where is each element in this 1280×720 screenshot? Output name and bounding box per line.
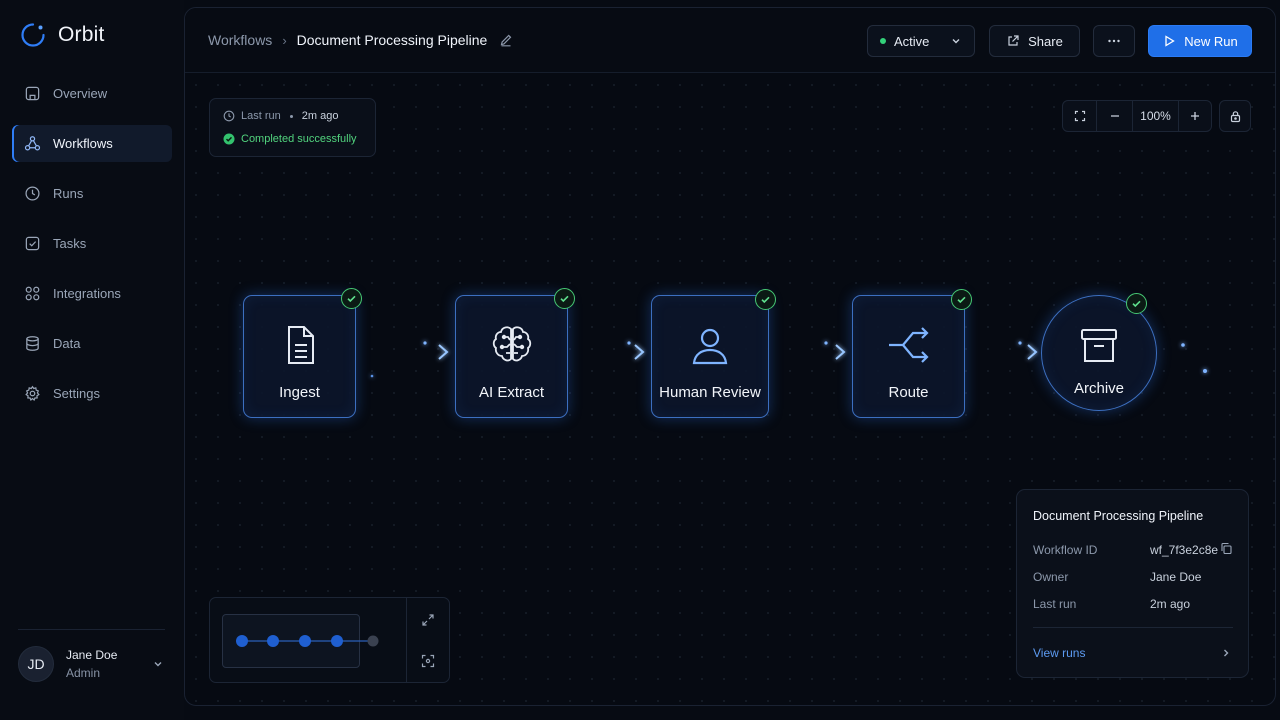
sidebar-divider [18, 629, 165, 630]
check-icon [560, 295, 569, 303]
minimap [209, 597, 450, 683]
workflow-canvas-panel: Workflows › Document Processing Pipeline… [184, 7, 1276, 706]
copy-icon[interactable] [1220, 542, 1233, 555]
minimap-node [299, 635, 311, 647]
sidebar-item-label: Integrations [53, 286, 121, 301]
node-route[interactable]: Route [852, 295, 965, 418]
connector-ingest-to-extract [358, 341, 449, 378]
user-icon [692, 328, 728, 365]
node-complete-badge-archive [1126, 293, 1147, 314]
minimap-node [367, 635, 379, 647]
sidebar-item-data[interactable]: Data [12, 325, 172, 362]
avatar: JD [18, 646, 54, 682]
view-runs-link[interactable]: View runs [1033, 646, 1085, 660]
expand-arrows-icon [422, 614, 434, 626]
minimap-node [331, 635, 343, 647]
sidebar-item-label: Overview [53, 86, 108, 101]
sidebar: Orbit Overview Workflows Runs Tasks Inte… [0, 0, 184, 720]
connector-archive-output [1158, 343, 1245, 373]
info-value: 2m ago [1150, 597, 1191, 611]
sidebar-nav: Overview Workflows Runs Tasks Integratio… [12, 75, 172, 425]
minimap-recenter-button[interactable] [417, 650, 439, 672]
workflow-info-card: Document Processing Pipeline Workflow ID… [1016, 489, 1249, 678]
gear-icon [25, 385, 40, 402]
chevron-down-icon [154, 662, 162, 667]
check-icon [957, 296, 966, 304]
sidebar-item-overview[interactable]: Overview [12, 75, 172, 112]
check-icon [347, 295, 356, 303]
node-ai-extract[interactable]: AI Extract [455, 295, 568, 418]
connector-review-to-route [770, 341, 846, 361]
minimap-nodes [236, 635, 379, 647]
sidebar-item-workflows[interactable]: Workflows [12, 125, 172, 162]
route-split-icon [888, 327, 929, 363]
orbit-logo-icon [21, 23, 45, 47]
brand[interactable]: Orbit [20, 22, 105, 48]
node-label: Archive [1073, 380, 1125, 397]
sidebar-item-tasks[interactable]: Tasks [12, 225, 172, 262]
minimap-expand-button[interactable] [417, 609, 439, 631]
minimap-node [236, 635, 248, 647]
node-ingest[interactable]: Ingest [243, 295, 356, 418]
node-complete-badge-review [755, 289, 776, 310]
brain-icon [492, 326, 531, 362]
check-icon [761, 296, 770, 304]
user-name: Jane Doe [66, 648, 118, 662]
check-icon [1132, 300, 1141, 308]
node-label: Route [888, 384, 929, 401]
user-menu[interactable]: JD Jane Doe Admin [18, 644, 164, 684]
sidebar-item-label: Runs [53, 186, 84, 201]
node-complete-badge-ingest [341, 288, 362, 309]
node-complete-badge-route [951, 289, 972, 310]
minimap-divider [406, 598, 407, 682]
chevron-right-icon[interactable] [1220, 647, 1232, 659]
info-card-title: Document Processing Pipeline [1033, 509, 1204, 523]
info-card-divider [1033, 627, 1233, 628]
minimap-node [267, 635, 279, 647]
sidebar-item-label: Tasks [53, 236, 87, 251]
info-key: Workflow ID [1033, 543, 1098, 557]
workflow-icon [24, 136, 41, 151]
node-complete-badge-extract [554, 288, 575, 309]
grid-icon [25, 286, 40, 301]
user-role: Admin [66, 666, 101, 680]
node-human-review[interactable]: Human Review [651, 295, 769, 418]
info-value: wf_7f3e2c8e [1150, 543, 1219, 557]
sidebar-item-label: Data [53, 336, 81, 351]
app-name: Orbit [58, 23, 105, 46]
node-label: Ingest [279, 384, 320, 401]
archive-box-icon [1081, 329, 1117, 362]
document-icon [287, 326, 314, 364]
history-icon [25, 186, 40, 201]
focus-target-icon [421, 654, 435, 668]
info-key: Owner [1033, 570, 1069, 584]
database-icon [26, 336, 39, 351]
home-icon [25, 86, 40, 101]
node-label: AI Extract [478, 384, 545, 401]
node-label: Human Review [659, 384, 761, 401]
connector-route-to-archive [968, 341, 1038, 361]
sidebar-item-settings[interactable]: Settings [12, 375, 172, 412]
info-value: Jane Doe [1150, 570, 1202, 584]
info-key: Last run [1033, 597, 1077, 611]
sidebar-item-label: Workflows [53, 136, 113, 151]
connector-extract-to-review [569, 341, 645, 361]
checkbox-icon [25, 236, 40, 251]
sidebar-item-runs[interactable]: Runs [12, 175, 172, 212]
sidebar-item-integrations[interactable]: Integrations [12, 275, 172, 312]
sidebar-item-label: Settings [53, 386, 100, 401]
